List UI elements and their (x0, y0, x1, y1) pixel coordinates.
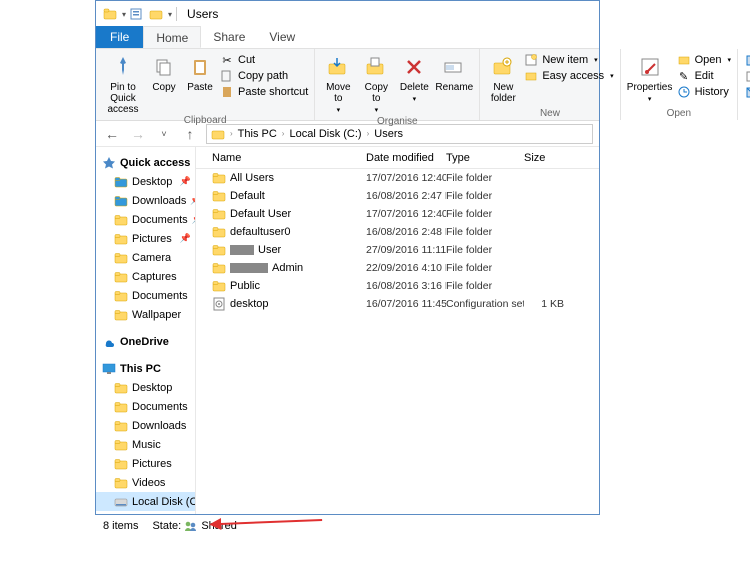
paste-shortcut-button[interactable]: Paste shortcut (220, 85, 308, 99)
pin-to-quick-access-button[interactable]: Pin to Quick access (102, 51, 144, 115)
tree-pc-item[interactable]: Music (96, 435, 195, 454)
file-row[interactable]: Public16/08/2016 3:16 PMFile folder (196, 277, 599, 295)
pin-icon: 📌 (180, 233, 191, 244)
tree-quick-access[interactable]: Quick access (96, 153, 195, 172)
tree-quick-item[interactable]: Downloads📌 (96, 191, 195, 210)
file-row[interactable]: All Users17/07/2016 12:40 …File folder (196, 169, 599, 187)
tree-pc-item[interactable]: Local Disk (C:) (96, 492, 195, 511)
pin-icon: 📌 (180, 176, 191, 187)
file-row[interactable]: Default User17/07/2016 12:40 …File folde… (196, 205, 599, 223)
tab-share[interactable]: Share (201, 26, 257, 48)
tree-pc-item[interactable]: Documents (96, 397, 195, 416)
ribbon-tabs: File Home Share View (96, 27, 599, 49)
tab-view[interactable]: View (257, 26, 307, 48)
easy-access-button[interactable]: Easy access▾ (524, 69, 613, 83)
tree-pc-item[interactable]: Downloads (96, 416, 195, 435)
select-all-button[interactable]: Sel (744, 53, 750, 67)
paste-button[interactable]: Paste (184, 51, 216, 93)
nav-tree[interactable]: Quick accessDesktop📌Downloads📌Documents📌… (96, 147, 196, 514)
properties-qa-icon[interactable] (129, 7, 143, 21)
history-button[interactable]: History (677, 85, 731, 99)
tree-quick-item[interactable]: Wallpaper (96, 305, 195, 324)
newfolder-qa-icon[interactable] (149, 7, 163, 21)
folder-icon (103, 7, 117, 21)
qa-overflow-icon[interactable]: ▾ (168, 10, 172, 19)
window-title: Users (187, 7, 218, 21)
copy-to-button[interactable]: Copy to▾ (359, 51, 393, 116)
explorer-window: ▾ ▾ Users File Home Share View Pin to Qu… (95, 0, 600, 515)
tab-home[interactable]: Home (143, 26, 201, 48)
new-item-button[interactable]: New item▾ (524, 53, 613, 67)
tree-pc-item[interactable]: Pictures (96, 454, 195, 473)
copy-path-button[interactable]: Copy path (220, 69, 308, 83)
file-row[interactable]: defaultuser016/08/2016 2:48 PMFile folde… (196, 223, 599, 241)
tree-this-pc[interactable]: This PC (96, 359, 195, 378)
rename-button[interactable]: Rename (435, 51, 473, 93)
properties-button[interactable]: Properties▾ (627, 51, 673, 105)
tree-pc-item[interactable]: Videos (96, 473, 195, 492)
tree-pc-item[interactable]: Desktop (96, 378, 195, 397)
tree-onedrive[interactable]: OneDrive (96, 332, 195, 351)
tree-quick-item[interactable]: Desktop📌 (96, 172, 195, 191)
tree-pc-item[interactable]: New Volume (D:) (96, 511, 195, 514)
file-row[interactable]: User27/09/2016 11:11 …File folder (196, 241, 599, 259)
invert-selection-button[interactable]: Inv (744, 85, 750, 99)
move-to-button[interactable]: Move to▾ (321, 51, 355, 116)
new-folder-button[interactable]: New folder (486, 51, 520, 104)
file-row[interactable]: desktop16/07/2016 11:45 …Configuration s… (196, 295, 599, 313)
file-row[interactable]: Admin22/09/2016 4:10 PMFile folder (196, 259, 599, 277)
tree-quick-item[interactable]: Pictures📌 (96, 229, 195, 248)
open-button[interactable]: Open▾ (677, 53, 731, 67)
item-count: 8 items (103, 520, 138, 532)
chevron-down-icon[interactable]: ▾ (122, 10, 126, 19)
tree-quick-item[interactable]: Captures (96, 267, 195, 286)
tree-quick-item[interactable]: Camera (96, 248, 195, 267)
cut-button[interactable]: ✂Cut (220, 53, 308, 67)
tree-quick-item[interactable]: Documents (96, 286, 195, 305)
edit-button[interactable]: ✎Edit (677, 69, 731, 83)
copy-button[interactable]: Copy (148, 51, 180, 93)
file-row[interactable]: Default16/08/2016 2:47 PMFile folder (196, 187, 599, 205)
delete-button[interactable]: Delete▾ (397, 51, 431, 105)
titlebar: ▾ ▾ Users (96, 1, 599, 27)
select-none-button[interactable]: Sel (744, 69, 750, 83)
tree-quick-item[interactable]: Documents📌 (96, 210, 195, 229)
ribbon: Pin to Quick access Copy Paste ✂Cut Copy… (96, 49, 599, 121)
file-list[interactable]: Name Date modified Type Size All Users17… (196, 147, 599, 514)
tab-file[interactable]: File (96, 26, 143, 48)
column-headers[interactable]: Name Date modified Type Size (196, 147, 599, 169)
status-bar: 8 items State: Shared (95, 516, 600, 536)
